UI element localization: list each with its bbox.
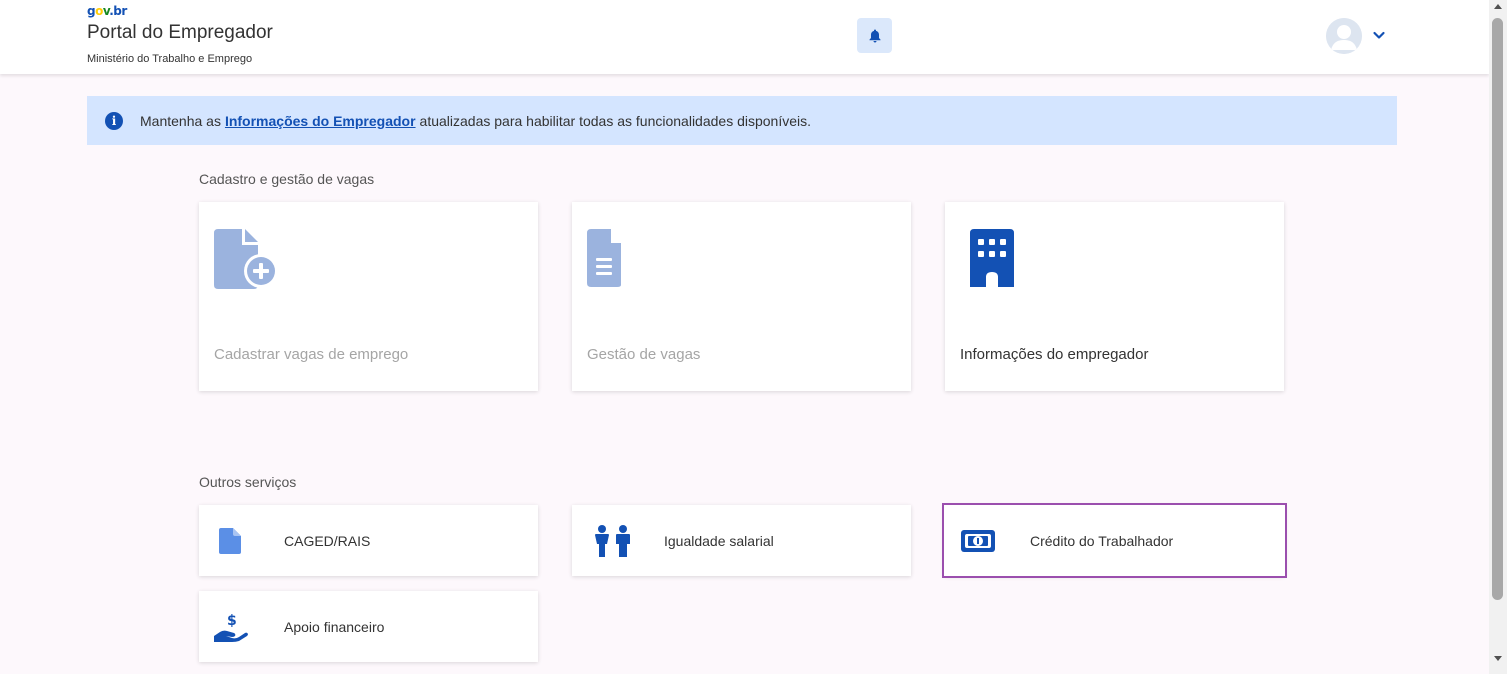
file-icon xyxy=(219,527,241,554)
scroll-up-arrow-icon[interactable] xyxy=(1494,4,1502,9)
card-apoio-financeiro[interactable]: $ Apoio financeiro xyxy=(199,591,538,662)
govbr-logo[interactable]: gov.br xyxy=(87,4,127,18)
card-label: Crédito do Trabalhador xyxy=(1030,532,1174,549)
section-title-cadastro: Cadastro e gestão de vagas xyxy=(199,171,375,187)
card-cadastrar-vagas[interactable]: Cadastrar vagas de emprego xyxy=(199,202,538,391)
alert-text-before: Mantenha as xyxy=(140,112,221,129)
employer-info-link[interactable]: Informações do Empregador xyxy=(225,113,416,129)
card-label: Informações do empregador xyxy=(960,346,1149,363)
card-informacoes-empregador[interactable]: Informações do empregador xyxy=(945,202,1284,391)
page-scrollbar[interactable] xyxy=(1489,0,1507,674)
scroll-down-arrow-icon[interactable] xyxy=(1494,656,1502,661)
card-label: Apoio financeiro xyxy=(284,618,385,635)
card-caged-rais[interactable]: CAGED/RAIS xyxy=(199,505,538,576)
app-subtitle: Ministério do Trabalho e Emprego xyxy=(87,53,253,65)
file-lines-icon xyxy=(587,229,621,287)
card-igualdade-salarial[interactable]: Igualdade salarial xyxy=(572,505,911,576)
alert-text-after: atualizadas para habilitar todas as func… xyxy=(419,112,812,129)
user-avatar-button[interactable] xyxy=(1326,18,1362,54)
card-label: CAGED/RAIS xyxy=(284,532,371,549)
info-icon: i xyxy=(105,111,123,130)
card-gestao-vagas[interactable]: Gestão de vagas xyxy=(572,202,911,391)
people-icon xyxy=(595,524,630,557)
hand-dollar-icon: $ xyxy=(214,613,248,642)
scrollbar-thumb[interactable] xyxy=(1492,18,1503,600)
building-icon xyxy=(970,229,1014,287)
card-label: Cadastrar vagas de emprego xyxy=(214,346,409,363)
card-label: Gestão de vagas xyxy=(587,346,701,363)
section-title-outros: Outros serviços xyxy=(199,474,297,490)
header: gov.br Portal do Empregador Ministério d… xyxy=(0,0,1489,74)
user-avatar-icon xyxy=(1326,18,1362,54)
app-title: Portal do Empregador xyxy=(87,22,273,43)
money-bill-icon xyxy=(961,529,995,552)
user-menu-button[interactable] xyxy=(1371,27,1387,43)
bell-icon xyxy=(869,29,880,42)
card-credito-trabalhador[interactable]: Crédito do Trabalhador xyxy=(942,503,1287,578)
svg-text:$: $ xyxy=(227,613,237,629)
notifications-button[interactable] xyxy=(857,18,892,53)
chevron-down-icon xyxy=(1373,31,1385,39)
file-add-icon xyxy=(214,229,278,289)
info-alert: i Mantenha as Informações do Empregador … xyxy=(87,96,1397,145)
card-label: Igualdade salarial xyxy=(664,532,774,549)
